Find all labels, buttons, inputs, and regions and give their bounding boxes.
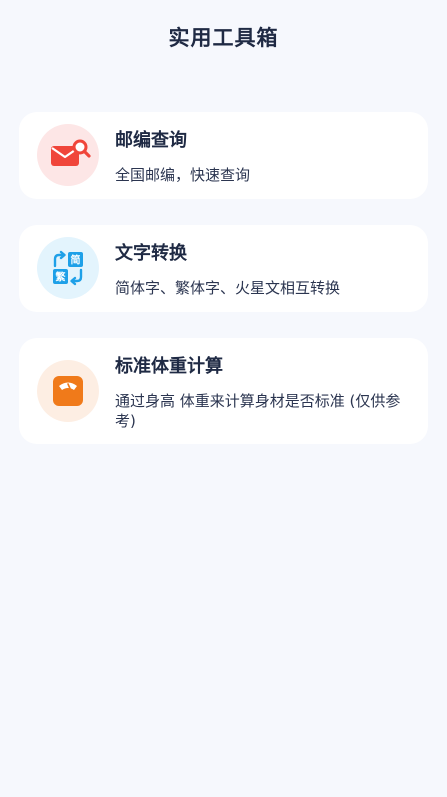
envelope-search-icon (37, 124, 99, 186)
page-title: 实用工具箱 (168, 26, 279, 50)
glyph-simplified: 简 (71, 254, 81, 267)
glyph-traditional: 繁 (55, 271, 67, 284)
tool-card-postcode[interactable]: 邮编查询 全国邮编，快速查询 (19, 112, 428, 199)
tool-title: 标准体重计算 (115, 356, 223, 377)
tool-description: 全国邮编，快速查询 (115, 166, 251, 184)
tool-description: 简体字、繁体字、火星文相互转换 (115, 279, 341, 297)
tool-description: 通过身高 体重来计算身材是否标准 (仅供参考) (115, 392, 401, 430)
tool-title: 邮编查询 (115, 130, 187, 151)
tool-card-weight-calc[interactable]: 标准体重计算 通过身高 体重来计算身材是否标准 (仅供参考) (19, 338, 428, 444)
scale-icon (37, 360, 99, 422)
tool-card-text-convert[interactable]: 简 繁 文字转换 简体字、繁体字、火星文相互转换 (19, 225, 428, 312)
tool-title: 文字转换 (115, 243, 187, 264)
text-convert-icon: 简 繁 (37, 237, 99, 299)
